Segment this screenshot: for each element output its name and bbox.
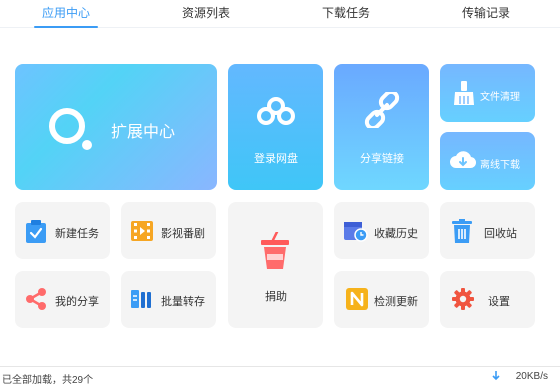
n-badge-icon xyxy=(346,288,368,310)
favorites-history-label: 收藏历史 xyxy=(374,228,418,240)
file-cleanup-label: 文件清理 xyxy=(480,92,520,103)
cup-icon xyxy=(261,232,289,269)
settings-tile[interactable]: 设置 xyxy=(440,271,535,328)
download-arrow-icon xyxy=(492,371,500,381)
tab-app-center[interactable]: 应用中心 xyxy=(34,4,98,28)
share-link-tile[interactable]: 分享链接 xyxy=(334,64,429,190)
gear-icon xyxy=(452,288,474,310)
my-share-label: 我的分享 xyxy=(55,296,99,308)
video-series-tile[interactable]: 影视番剧 xyxy=(121,202,216,259)
donate-label: 捐助 xyxy=(265,291,287,303)
check-update-label: 检测更新 xyxy=(374,296,418,308)
offline-download-tile[interactable]: 离线下载 xyxy=(440,132,535,190)
clipboard-check-icon xyxy=(26,220,46,243)
tab-download-tasks[interactable]: 下载任务 xyxy=(318,4,374,26)
broom-icon xyxy=(454,81,474,105)
batch-transfer-icon xyxy=(131,290,151,308)
link-icon xyxy=(364,92,400,128)
recycle-bin-tile[interactable]: 回收站 xyxy=(440,202,535,259)
settings-label: 设置 xyxy=(488,296,510,308)
check-update-tile[interactable]: 检测更新 xyxy=(334,271,429,328)
recycle-bin-label: 回收站 xyxy=(484,228,517,240)
trash-icon xyxy=(452,219,472,243)
extension-center-tile[interactable]: 扩展中心 xyxy=(15,64,217,190)
login-cloud-tile[interactable]: 登录网盘 xyxy=(228,64,323,190)
tab-transfer-records[interactable]: 传输记录 xyxy=(458,4,514,26)
tab-label: 资源列表 xyxy=(181,6,230,20)
cloud-icon xyxy=(257,97,295,125)
batch-transfer-tile[interactable]: 批量转存 xyxy=(121,271,216,328)
login-cloud-label: 登录网盘 xyxy=(254,153,298,165)
video-series-label: 影视番剧 xyxy=(161,228,205,240)
tab-label: 应用中心 xyxy=(41,6,90,20)
tab-resource-list[interactable]: 资源列表 xyxy=(178,4,234,26)
offline-download-label: 离线下载 xyxy=(480,160,520,171)
search-ring-icon xyxy=(49,108,92,150)
favorites-history-tile[interactable]: 收藏历史 xyxy=(334,202,429,259)
new-task-tile[interactable]: 新建任务 xyxy=(15,202,110,259)
share-link-label: 分享链接 xyxy=(360,153,404,165)
new-task-label: 新建任务 xyxy=(55,228,99,240)
film-icon xyxy=(131,221,153,241)
download-speed: 20KB/s xyxy=(515,371,548,382)
active-tab-indicator xyxy=(34,26,98,28)
extension-center-label: 扩展中心 xyxy=(111,124,176,141)
status-bar: 已全部加载，共29个 20KB/s xyxy=(0,366,560,386)
load-status-text: 已全部加载，共29个 xyxy=(2,375,94,386)
donate-tile[interactable]: 捐助 xyxy=(228,202,323,328)
cloud-download-icon xyxy=(450,151,476,169)
tab-bar: 应用中心 资源列表 下载任务 传输记录 xyxy=(0,0,560,28)
my-share-tile[interactable]: 我的分享 xyxy=(15,271,110,328)
tab-label: 传输记录 xyxy=(461,6,510,20)
calendar-clock-icon xyxy=(344,222,368,242)
batch-transfer-label: 批量转存 xyxy=(161,296,205,308)
file-cleanup-tile[interactable]: 文件清理 xyxy=(440,64,535,122)
share-icon xyxy=(26,288,46,310)
tab-label: 下载任务 xyxy=(321,6,370,20)
